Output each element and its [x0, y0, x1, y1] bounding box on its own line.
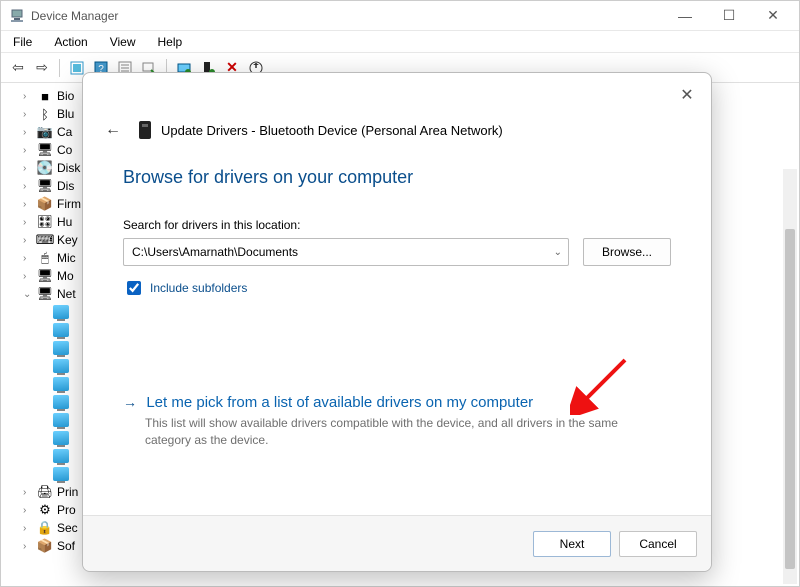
tree-item-label: Disk	[57, 161, 80, 175]
category-icon: 🖨	[37, 484, 53, 500]
driver-path-value: C:\Users\Amarnath\Documents	[132, 245, 298, 259]
menubar: File Action View Help	[1, 31, 799, 53]
browse-button[interactable]: Browse...	[583, 238, 671, 266]
tree-item-label: Mic	[57, 251, 76, 265]
category-icon: ᛒ	[37, 106, 53, 122]
search-location-label: Search for drivers in this location:	[123, 218, 671, 232]
update-drivers-dialog: ✕ ← Update Drivers - Bluetooth Device (P…	[82, 72, 712, 572]
menu-action[interactable]: Action	[50, 33, 91, 51]
include-subfolders-label: Include subfolders	[150, 281, 247, 295]
include-subfolders-input[interactable]	[127, 281, 141, 295]
tree-item-label: Co	[57, 143, 72, 157]
category-icon: 🖥	[37, 268, 53, 284]
chevron-down-icon[interactable]: ⌄	[554, 247, 562, 258]
chevron-icon[interactable]: ›	[23, 91, 33, 102]
network-adapter-icon	[53, 323, 69, 337]
vertical-scrollbar[interactable]	[783, 169, 797, 584]
dialog-close-button[interactable]: ✕	[673, 81, 701, 109]
category-icon: 🖱	[37, 250, 53, 266]
next-button[interactable]: Next	[533, 531, 611, 557]
chevron-icon[interactable]: ›	[23, 109, 33, 120]
dialog-back-button[interactable]: ←	[97, 117, 129, 143]
nav-back-icon[interactable]: ⇦	[7, 57, 29, 79]
dialog-title: Update Drivers - Bluetooth Device (Perso…	[161, 123, 503, 138]
tree-item-label: Ca	[57, 125, 72, 139]
device-icon	[139, 121, 151, 139]
pick-from-list-option[interactable]: → Let me pick from a list of available d…	[123, 394, 671, 450]
chevron-icon[interactable]: ›	[23, 271, 33, 282]
network-adapter-icon	[53, 395, 69, 409]
chevron-icon[interactable]: ›	[23, 181, 33, 192]
network-adapter-icon	[53, 377, 69, 391]
category-icon: 💽	[37, 160, 53, 176]
minimize-button[interactable]: —	[663, 2, 707, 30]
network-adapter-icon	[53, 413, 69, 427]
menu-help[interactable]: Help	[154, 33, 187, 51]
chevron-icon[interactable]: ›	[23, 235, 33, 246]
chevron-icon[interactable]: ›	[23, 145, 33, 156]
chevron-icon[interactable]: ›	[23, 253, 33, 264]
tree-item-label: Pro	[57, 503, 76, 517]
tree-item-label: Key	[57, 233, 78, 247]
chevron-icon[interactable]: ›	[23, 217, 33, 228]
network-adapter-icon	[53, 431, 69, 445]
include-subfolders-checkbox[interactable]: Include subfolders	[123, 278, 671, 298]
maximize-button[interactable]: ☐	[707, 2, 751, 30]
tree-item-label: Bio	[57, 89, 74, 103]
tree-item-label: Hu	[57, 215, 72, 229]
pick-from-list-description: This list will show available drivers co…	[145, 415, 665, 450]
category-icon: ⚙	[37, 502, 53, 518]
dialog-heading: Browse for drivers on your computer	[123, 167, 671, 188]
cancel-button[interactable]: Cancel	[619, 531, 697, 557]
network-adapter-icon	[53, 359, 69, 373]
menu-view[interactable]: View	[106, 33, 140, 51]
chevron-icon[interactable]: ›	[23, 199, 33, 210]
close-button[interactable]: ✕	[751, 2, 795, 30]
category-icon: 🖥	[37, 178, 53, 194]
category-icon: 📦	[37, 538, 53, 554]
network-adapter-icon	[53, 305, 69, 319]
nav-forward-icon[interactable]: ⇨	[31, 57, 53, 79]
tree-item-label: Prin	[57, 485, 78, 499]
window-controls: — ☐ ✕	[663, 2, 795, 30]
network-adapter-icon	[53, 467, 69, 481]
tree-item-label: Blu	[57, 107, 74, 121]
category-icon: 🖥	[37, 142, 53, 158]
category-icon: 📷	[37, 124, 53, 140]
tree-item-label: Firm	[57, 197, 81, 211]
window-title: Device Manager	[31, 9, 663, 23]
tree-item-label: Net	[57, 287, 76, 301]
chevron-icon[interactable]: ›	[23, 505, 33, 516]
chevron-icon[interactable]: ›	[23, 541, 33, 552]
menu-file[interactable]: File	[9, 33, 36, 51]
toolbar-separator	[59, 59, 60, 77]
category-icon: ■	[37, 88, 53, 104]
category-icon: 📦	[37, 196, 53, 212]
network-adapter-icon	[53, 449, 69, 463]
driver-path-combobox[interactable]: C:\Users\Amarnath\Documents ⌄	[123, 238, 569, 266]
dialog-footer: Next Cancel	[83, 515, 711, 571]
chevron-icon[interactable]: ⌄	[23, 289, 33, 300]
tree-item-label: Dis	[57, 179, 74, 193]
titlebar: Device Manager — ☐ ✕	[1, 1, 799, 31]
chevron-icon[interactable]: ›	[23, 523, 33, 534]
dialog-body: Browse for drivers on your computer Sear…	[83, 143, 711, 515]
arrow-right-icon: →	[123, 394, 137, 410]
chevron-icon[interactable]: ›	[23, 163, 33, 174]
category-icon: 🔒	[37, 520, 53, 536]
tree-item-label: Sof	[57, 539, 75, 553]
tree-item-label: Sec	[57, 521, 78, 535]
app-icon	[9, 8, 25, 24]
pick-from-list-title: Let me pick from a list of available dri…	[146, 394, 533, 411]
category-icon: ⌨	[37, 232, 53, 248]
scrollbar-thumb[interactable]	[785, 229, 795, 569]
chevron-icon[interactable]: ›	[23, 127, 33, 138]
dialog-header: ← Update Drivers - Bluetooth Device (Per…	[83, 73, 711, 143]
tree-item-label: Mo	[57, 269, 74, 283]
category-icon: 🎛	[37, 214, 53, 230]
network-adapter-icon	[53, 341, 69, 355]
chevron-icon[interactable]: ›	[23, 487, 33, 498]
category-icon: 🖥	[37, 286, 53, 302]
